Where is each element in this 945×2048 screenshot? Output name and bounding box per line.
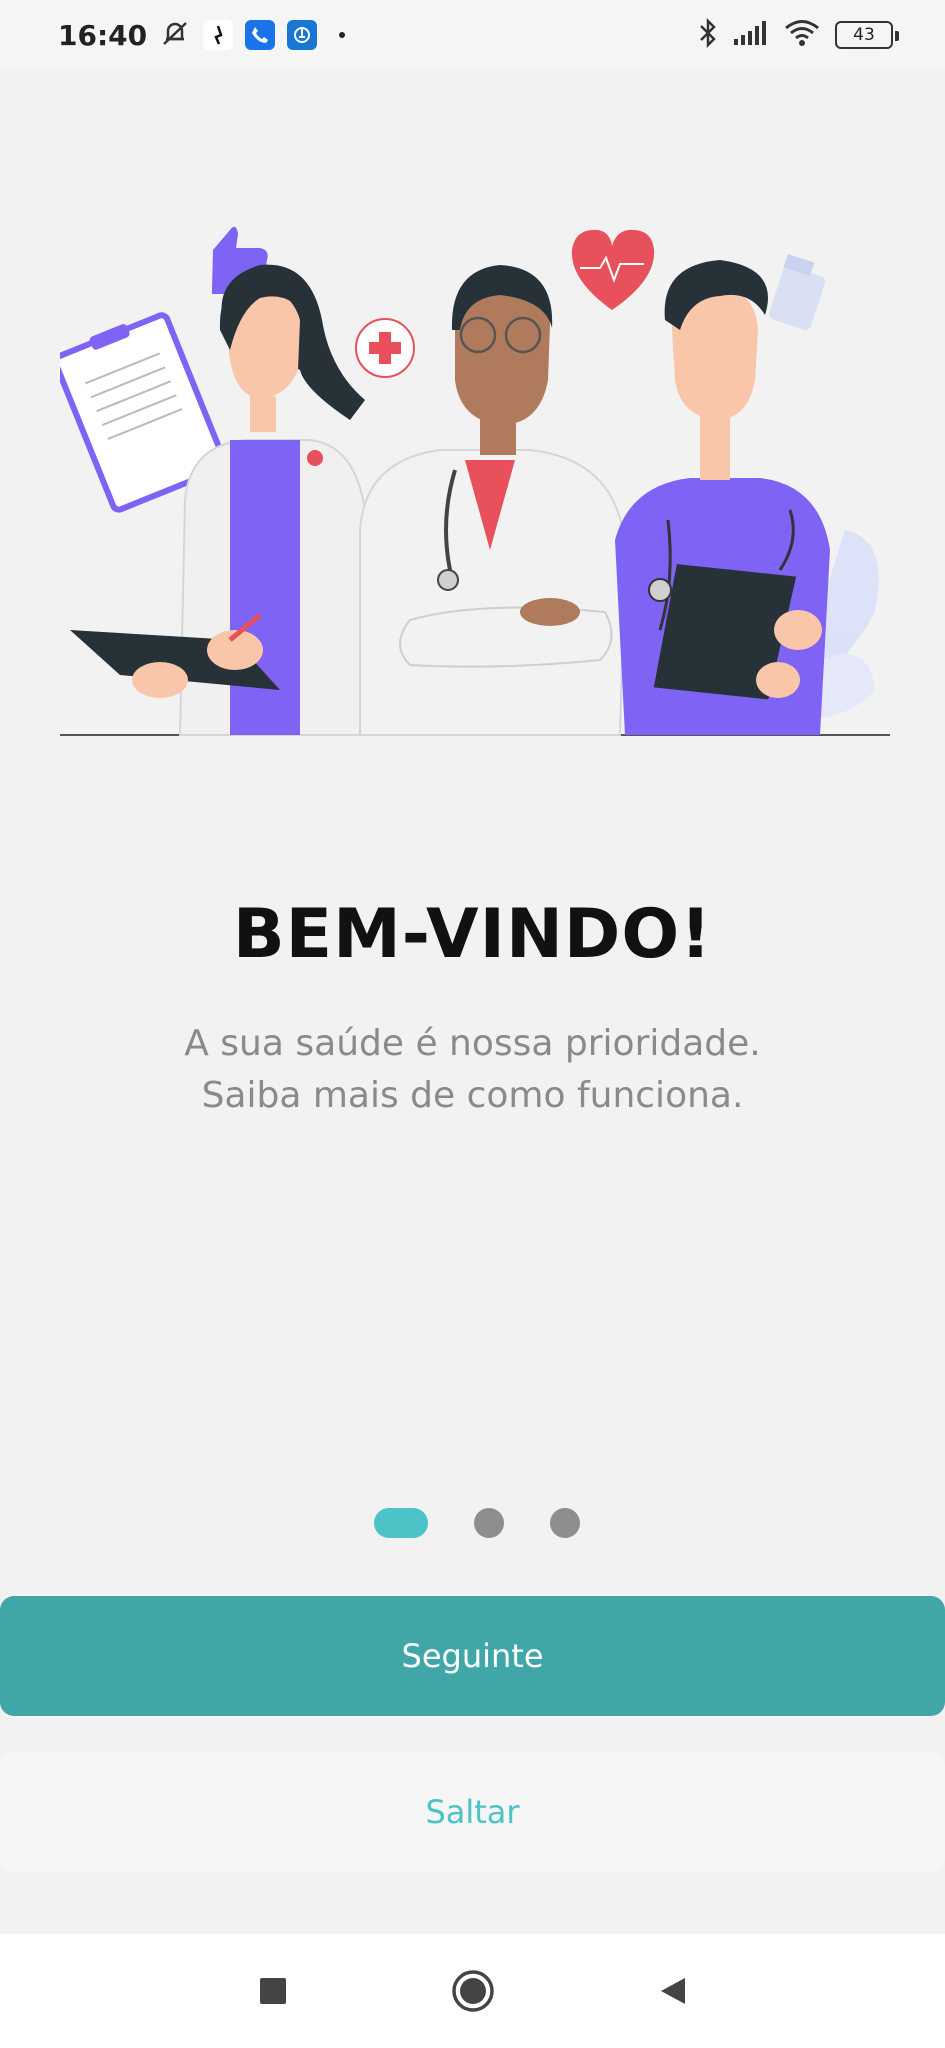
battery-icon: 43 — [835, 21, 899, 49]
bluetooth-icon — [697, 17, 719, 54]
signal-icon — [733, 20, 769, 51]
subtitle-line-2: Saiba mais de como funciona. — [201, 1075, 744, 1116]
phone-icon — [245, 20, 276, 50]
system-icons: 43 — [697, 17, 899, 54]
pill-bottle-icon — [768, 254, 826, 330]
status-bar: 16:40 43 — [0, 0, 945, 70]
page-title: BEM-VINDO! — [232, 895, 713, 974]
page-dot-active[interactable] — [373, 1508, 428, 1538]
skip-button[interactable]: Saltar — [0, 1752, 945, 1872]
heart-icon — [571, 229, 655, 310]
app-icon — [287, 20, 318, 50]
medical-cross-icon — [355, 318, 415, 378]
mute-bell-icon — [159, 17, 191, 54]
notification-icons — [159, 17, 346, 54]
medical-team-illustration — [60, 226, 890, 736]
square-icon — [259, 1978, 286, 2004]
page-dot[interactable] — [473, 1508, 504, 1538]
subtitle-line-1: A sua saúde é nossa prioridade. — [184, 1023, 761, 1064]
battery-level: 43 — [853, 25, 875, 45]
next-button[interactable]: Seguinte — [0, 1596, 945, 1716]
page-indicator — [0, 1508, 945, 1538]
page-subtitle: A sua saúde é nossa prioridade. Saiba ma… — [0, 1018, 945, 1122]
male-nurse-figure — [615, 260, 830, 735]
more-notifications-dot — [339, 32, 346, 38]
wifi-icon — [783, 18, 821, 53]
app-notification-icon — [203, 20, 234, 50]
back-triangle-icon — [660, 1978, 685, 2004]
status-time: 16:40 — [58, 18, 148, 52]
system-navigation-bar — [0, 1934, 945, 2048]
recents-button[interactable] — [248, 1966, 298, 2016]
home-button[interactable] — [448, 1966, 498, 2016]
back-button[interactable] — [648, 1966, 698, 2016]
circle-icon — [451, 1970, 494, 2012]
page-dot[interactable] — [549, 1508, 580, 1538]
